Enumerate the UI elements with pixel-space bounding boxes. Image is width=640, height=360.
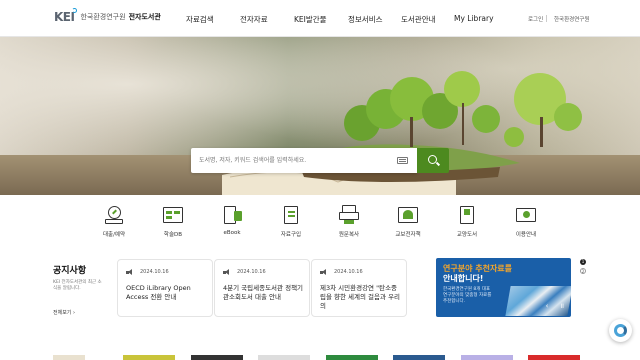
quick-menu-label: 교보전자책 <box>395 232 421 238</box>
bottom-section-preview <box>53 355 85 360</box>
quick-menu-label: 이용안내 <box>515 232 537 238</box>
bottom-section-preview <box>191 355 243 360</box>
tree-canopy <box>504 127 524 147</box>
chevron-right-icon: › <box>73 310 75 316</box>
tree-canopy <box>472 105 500 133</box>
megaphone-icon <box>126 269 134 276</box>
quick-menu-ebook[interactable]: eBook <box>212 205 252 236</box>
quick-menu-guide[interactable]: 이용안내 <box>506 205 546 238</box>
ebook-icon <box>221 205 243 225</box>
nav-item-kei-publications[interactable]: KEI발간물 <box>294 14 327 25</box>
notice-card-title: OECD iLibrary Open Access 전환 안내 <box>126 284 191 301</box>
notice-more-label: 전체보기 <box>53 310 72 316</box>
notice-title: 공지사항 <box>53 266 87 276</box>
banner-pause-button[interactable]: ॥ <box>556 300 568 312</box>
bottom-section-preview <box>461 355 513 360</box>
notice-date: 2024.10.16 <box>237 269 266 275</box>
search-box <box>191 148 417 173</box>
notice-card-title: 제3차 시민환경강연 "탄소중립을 향한 세계의 걸음과 우리의 <box>320 284 401 310</box>
logo-dot-icon <box>72 8 78 13</box>
quick-menu-label: 원문복사 <box>338 232 360 238</box>
megaphone-icon <box>320 269 328 276</box>
bottom-section-preview <box>326 355 378 360</box>
login-link[interactable]: 로그인 <box>528 15 543 23</box>
quick-menu-loan[interactable]: 대출/예약 <box>94 205 134 238</box>
tree-canopy <box>554 103 582 131</box>
notice-description: KEI 전자도서관의 최근 소식을 알립니다. <box>53 280 102 291</box>
quick-menu-academic-db[interactable]: 학술DB <box>153 205 193 238</box>
bottom-section-preview <box>393 355 445 360</box>
bottom-section-preview <box>123 355 175 360</box>
banner-description: 한국환경연구원 8개 대표 연구분야의 맞춤형 자료를 추천합니다. <box>443 287 492 304</box>
banner-next-button[interactable]: › <box>571 300 583 312</box>
notice-date: 2024.10.16 <box>334 269 363 275</box>
kyobo-ebook-icon <box>397 205 419 225</box>
banner-prev-button[interactable]: ‹ <box>541 300 553 312</box>
tree-canopy <box>444 71 480 107</box>
database-icon <box>162 205 184 225</box>
quick-menu-label: 대출/예약 <box>102 232 126 238</box>
banner-headline-2: 안내합니다! <box>443 274 484 283</box>
bottom-section-preview <box>258 355 310 360</box>
banner-pagination: 1 2 <box>580 259 586 277</box>
quick-menu-label: 학술DB <box>163 232 183 238</box>
quick-menu-copy[interactable]: 원문복사 <box>329 205 369 238</box>
search-input[interactable] <box>199 155 389 166</box>
loan-icon <box>103 205 125 225</box>
search-icon-handle <box>435 161 441 166</box>
copy-icon <box>338 205 360 225</box>
notice-card[interactable]: 2024.10.16 4분기 국립세종도서관 정책기 관소회도서 대출 안내 <box>214 259 310 317</box>
header: KEI 한국환경연구원 전자도서관 자료검색 전자자료 KEI발간물 정보서비스… <box>0 0 640 37</box>
org-name: 한국환경연구원 <box>80 13 126 21</box>
chat-ring-icon <box>614 324 627 337</box>
logo-mark-text: KEI <box>54 10 75 24</box>
kei-logo-mark: KEI <box>54 8 78 24</box>
nav-item-info-services[interactable]: 정보서비스 <box>348 14 383 25</box>
quick-menu-culture-books[interactable]: 교양도서 <box>447 205 487 238</box>
nav-item-my-library[interactable]: My Library <box>454 14 494 23</box>
quick-menu-purchase[interactable]: 자료구입 <box>271 205 311 238</box>
notice-card[interactable]: 2024.10.16 제3차 시민환경강연 "탄소중립을 향한 세계의 걸음과 … <box>311 259 407 317</box>
pagination-dot-active[interactable]: 1 <box>580 259 586 265</box>
org-home-link[interactable]: 한국환경연구원 <box>554 15 589 23</box>
quick-menu-label: 교양도서 <box>456 232 478 238</box>
tree-trunk <box>540 117 543 147</box>
quick-menu-label: 자료구입 <box>280 232 302 238</box>
bottom-section-preview <box>528 355 580 360</box>
nav-item-e-resources[interactable]: 전자자료 <box>240 14 268 25</box>
culture-book-icon <box>456 205 478 225</box>
tree-trunk <box>410 117 413 147</box>
guide-icon <box>515 205 537 225</box>
notice-date: 2024.10.16 <box>140 269 169 275</box>
virtual-keyboard-icon[interactable] <box>397 157 408 164</box>
library-name: 전자도서관 <box>128 13 161 21</box>
megaphone-icon <box>223 269 231 276</box>
nav-item-library-guide[interactable]: 도서관안내 <box>401 14 436 25</box>
site-logo[interactable]: KEI 한국환경연구원 전자도서관 <box>54 8 161 24</box>
nav-item-search[interactable]: 자료검색 <box>186 14 214 25</box>
quick-menu-kyobo-ebook[interactable]: 교보전자책 <box>388 205 428 238</box>
search-button[interactable] <box>417 148 449 173</box>
notice-more-link[interactable]: 전체보기 › <box>53 309 75 316</box>
tree-trunk <box>462 103 464 145</box>
floating-chat-button[interactable] <box>609 319 632 342</box>
util-divider <box>546 15 547 22</box>
notice-card[interactable]: 2024.10.16 OECD iLibrary Open Access 전환 … <box>117 259 213 317</box>
quick-menu-label: eBook <box>223 230 241 236</box>
purchase-icon <box>280 205 302 225</box>
notice-card-title: 4분기 국립세종도서관 정책기 관소회도서 대출 안내 <box>223 284 304 301</box>
pagination-dot[interactable]: 2 <box>580 268 586 274</box>
